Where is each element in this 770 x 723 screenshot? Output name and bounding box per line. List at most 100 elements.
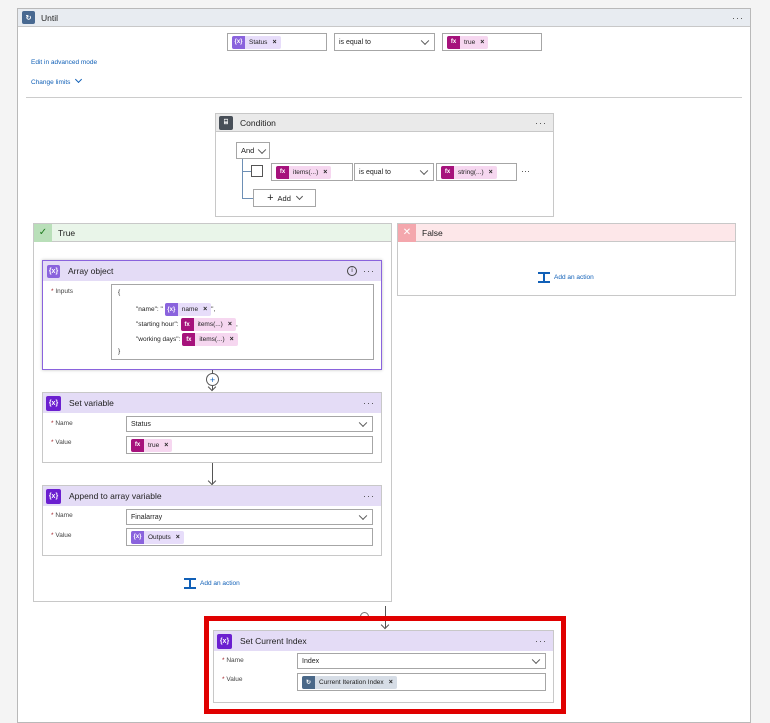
items-token[interactable]: fx items(...) × (182, 333, 238, 346)
change-limits-link[interactable]: Change limits (31, 75, 83, 86)
true-branch-header[interactable]: ✓ True (34, 223, 391, 242)
variable-icon: {x} (46, 395, 61, 411)
append-name-select[interactable]: Finalarray (126, 509, 373, 525)
false-branch: ✕ False (397, 223, 736, 296)
set-current-index-header[interactable]: {x} Set Current Index ··· (214, 631, 553, 651)
outputs-token[interactable]: {x} Outputs × (131, 530, 184, 544)
json-line: "working days": fx items(...) × (136, 333, 238, 346)
and-dropdown[interactable]: And (236, 142, 270, 159)
expression-icon: fx (131, 438, 144, 452)
true-add-action-button[interactable]: Add an action (184, 578, 240, 589)
append-array-more-options-icon[interactable]: ··· (363, 491, 375, 501)
value-label: * Value (51, 532, 72, 539)
condition-operator-select[interactable]: is equal to (354, 163, 434, 181)
remove-token-icon[interactable]: × (176, 534, 180, 541)
expression-icon: fx (180, 318, 194, 331)
set-variable-name-select[interactable]: Status (126, 416, 373, 432)
value-label: * Value (222, 676, 243, 683)
plus-icon: + (267, 192, 274, 204)
compose-icon: {x} (131, 530, 144, 544)
variable-icon: {x} (217, 633, 232, 649)
set-variable-header[interactable]: {x} Set variable ··· (43, 393, 381, 413)
row-more-options-icon[interactable]: ··· (521, 166, 530, 176)
expression-icon: fx (276, 165, 289, 179)
remove-token-icon[interactable]: × (228, 321, 232, 328)
append-array-title: Append to array variable (69, 491, 162, 501)
expression-icon: fx (182, 333, 196, 346)
set-variable-value-input[interactable]: fx true × (126, 436, 373, 454)
remove-token-icon[interactable]: × (230, 336, 234, 343)
append-value-input[interactable]: {x} Outputs × (126, 528, 373, 546)
set-current-index-name-select[interactable]: Index (297, 653, 546, 669)
array-object-title: Array object (68, 266, 114, 276)
array-object-more-options-icon[interactable]: ··· (363, 266, 375, 276)
json-line: "name": " {x} name × ", (136, 303, 215, 316)
condition-left-operand[interactable]: fx items(...) × (271, 163, 353, 181)
chevron-down-icon (358, 418, 368, 428)
edit-advanced-mode-link[interactable]: Edit in advanced mode (31, 59, 97, 66)
loop-icon: ↻ (22, 11, 35, 24)
add-condition-button[interactable]: + Add (253, 189, 316, 207)
remove-token-icon[interactable]: × (164, 442, 168, 449)
tree-connector (242, 159, 243, 199)
set-variable-title: Set variable (69, 398, 114, 408)
until-more-options-icon[interactable]: ··· (732, 13, 744, 23)
close-icon: ✕ (398, 223, 416, 242)
info-icon[interactable]: i (347, 266, 357, 276)
chevron-down-icon (420, 36, 430, 46)
until-right-operand[interactable]: fx true × (442, 33, 542, 51)
remove-token-icon[interactable]: × (480, 39, 484, 46)
row-checkbox[interactable] (251, 165, 263, 177)
false-branch-header[interactable]: ✕ False (398, 223, 735, 242)
set-current-index-value-input[interactable]: ↻ Current Iteration Index × (297, 673, 546, 691)
name-label: * Name (51, 420, 73, 427)
json-line: "starting hour": fx items(...) ×, (136, 318, 238, 331)
set-current-index-title: Set Current Index (240, 636, 307, 646)
chevron-down-icon (531, 655, 541, 665)
true-token[interactable]: fx true × (131, 438, 173, 452)
until-left-operand[interactable]: {x} Status × (227, 33, 327, 51)
until-title: Until (41, 12, 59, 23)
remove-token-icon[interactable]: × (389, 679, 393, 686)
items-token[interactable]: fx items(...) × (180, 318, 236, 331)
remove-token-icon[interactable]: × (323, 169, 327, 176)
until-header[interactable]: ↻ Until ··· (18, 9, 750, 27)
condition-right-operand[interactable]: fx string(...) × (436, 163, 517, 181)
remove-token-icon[interactable]: × (489, 169, 493, 176)
expression-icon: fx (447, 35, 460, 49)
true-token[interactable]: fx true × (447, 35, 489, 49)
false-title: False (422, 227, 443, 238)
inputs-label: * Inputs (51, 288, 74, 295)
loop-icon: ↻ (302, 675, 315, 689)
open-brace: { (118, 289, 121, 296)
tree-connector (242, 171, 251, 172)
set-variable-more-options-icon[interactable]: ··· (363, 398, 375, 408)
condition-icon: ⌸ (219, 115, 233, 130)
chevron-down-icon (257, 145, 267, 154)
status-token[interactable]: {x} Status × (232, 35, 281, 49)
value-label: * Value (51, 439, 72, 446)
add-action-icon (184, 578, 196, 589)
condition-header[interactable]: ⌸ Condition ··· (216, 114, 553, 132)
expression-icon: fx (441, 165, 454, 179)
name-token[interactable]: {x} name × (164, 303, 212, 316)
inputs-editor[interactable]: { "name": " {x} name × ", "starting hour": fx… (111, 284, 374, 360)
condition-more-options-icon[interactable]: ··· (535, 118, 547, 128)
array-object-header[interactable]: {x} Array object i ··· (43, 261, 381, 281)
true-title: True (58, 227, 76, 238)
current-iteration-index-token[interactable]: ↻ Current Iteration Index × (302, 675, 397, 689)
chevron-down-icon (295, 192, 303, 200)
remove-token-icon[interactable]: × (272, 39, 276, 46)
close-brace: } (118, 348, 121, 355)
until-operator-select[interactable]: is equal to (334, 33, 435, 51)
condition-title: Condition (240, 117, 276, 128)
false-add-action-button[interactable]: Add an action (538, 272, 594, 283)
set-current-index-more-options-icon[interactable]: ··· (535, 636, 547, 646)
remove-token-icon[interactable]: × (203, 306, 207, 313)
append-array-header[interactable]: {x} Append to array variable ··· (43, 486, 381, 506)
chevron-down-icon (419, 166, 429, 176)
name-label: * Name (51, 512, 73, 519)
string-token[interactable]: fx string(...) × (441, 165, 497, 179)
items-token[interactable]: fx items(...) × (276, 165, 332, 179)
variable-icon: {x} (46, 488, 61, 504)
